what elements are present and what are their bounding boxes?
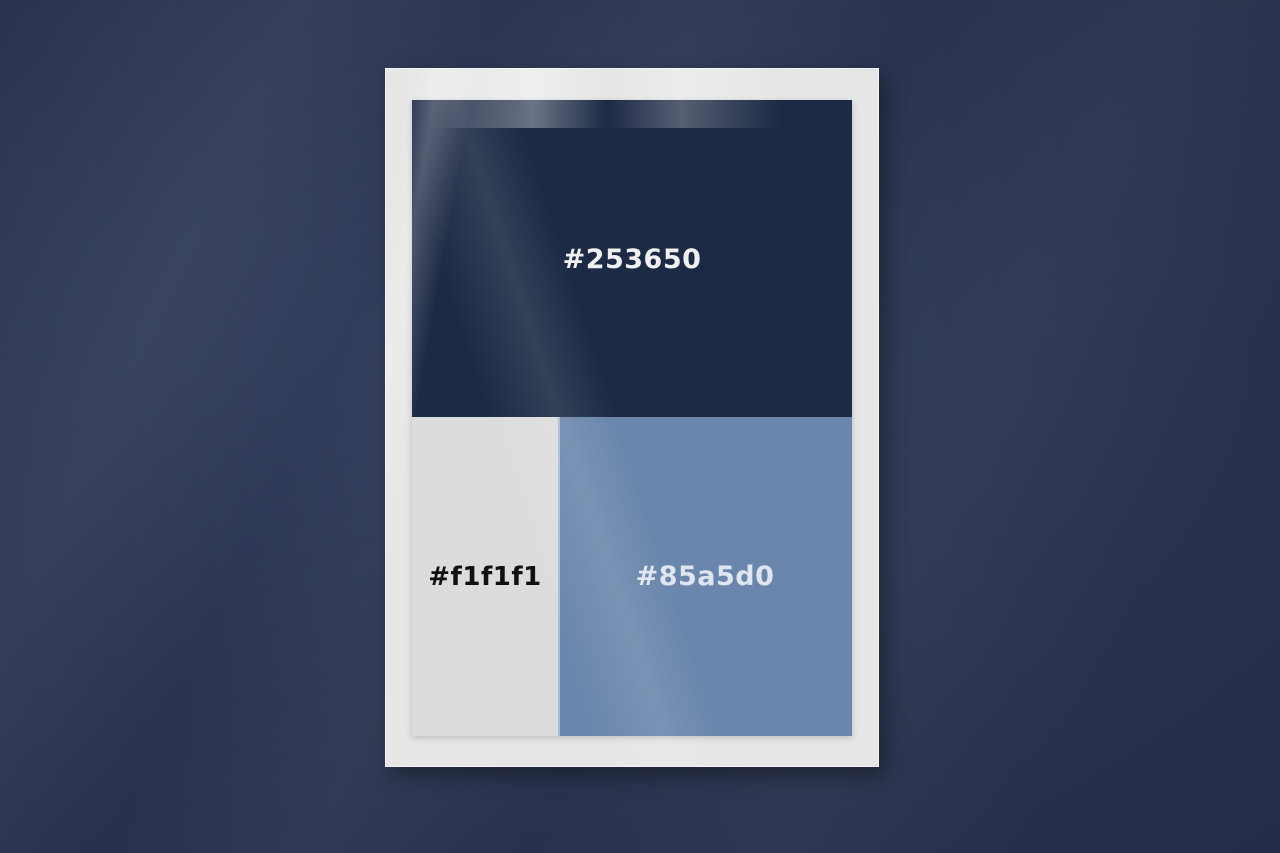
swatch-dark-navy: #253650 — [412, 100, 852, 417]
poster-frame: #253650 #f1f1f1 #85a5d0 — [385, 68, 879, 767]
swatch-light-gray: #f1f1f1 — [412, 417, 558, 736]
swatch-light-gray-label: #f1f1f1 — [428, 561, 542, 592]
swatch-steel-blue-label: #85a5d0 — [635, 561, 775, 592]
swatch-steel-blue: #85a5d0 — [558, 417, 852, 736]
swatch-dark-navy-label: #253650 — [562, 244, 702, 275]
swatch-divider — [558, 417, 560, 736]
color-palette-print: #253650 #f1f1f1 #85a5d0 — [412, 100, 852, 736]
